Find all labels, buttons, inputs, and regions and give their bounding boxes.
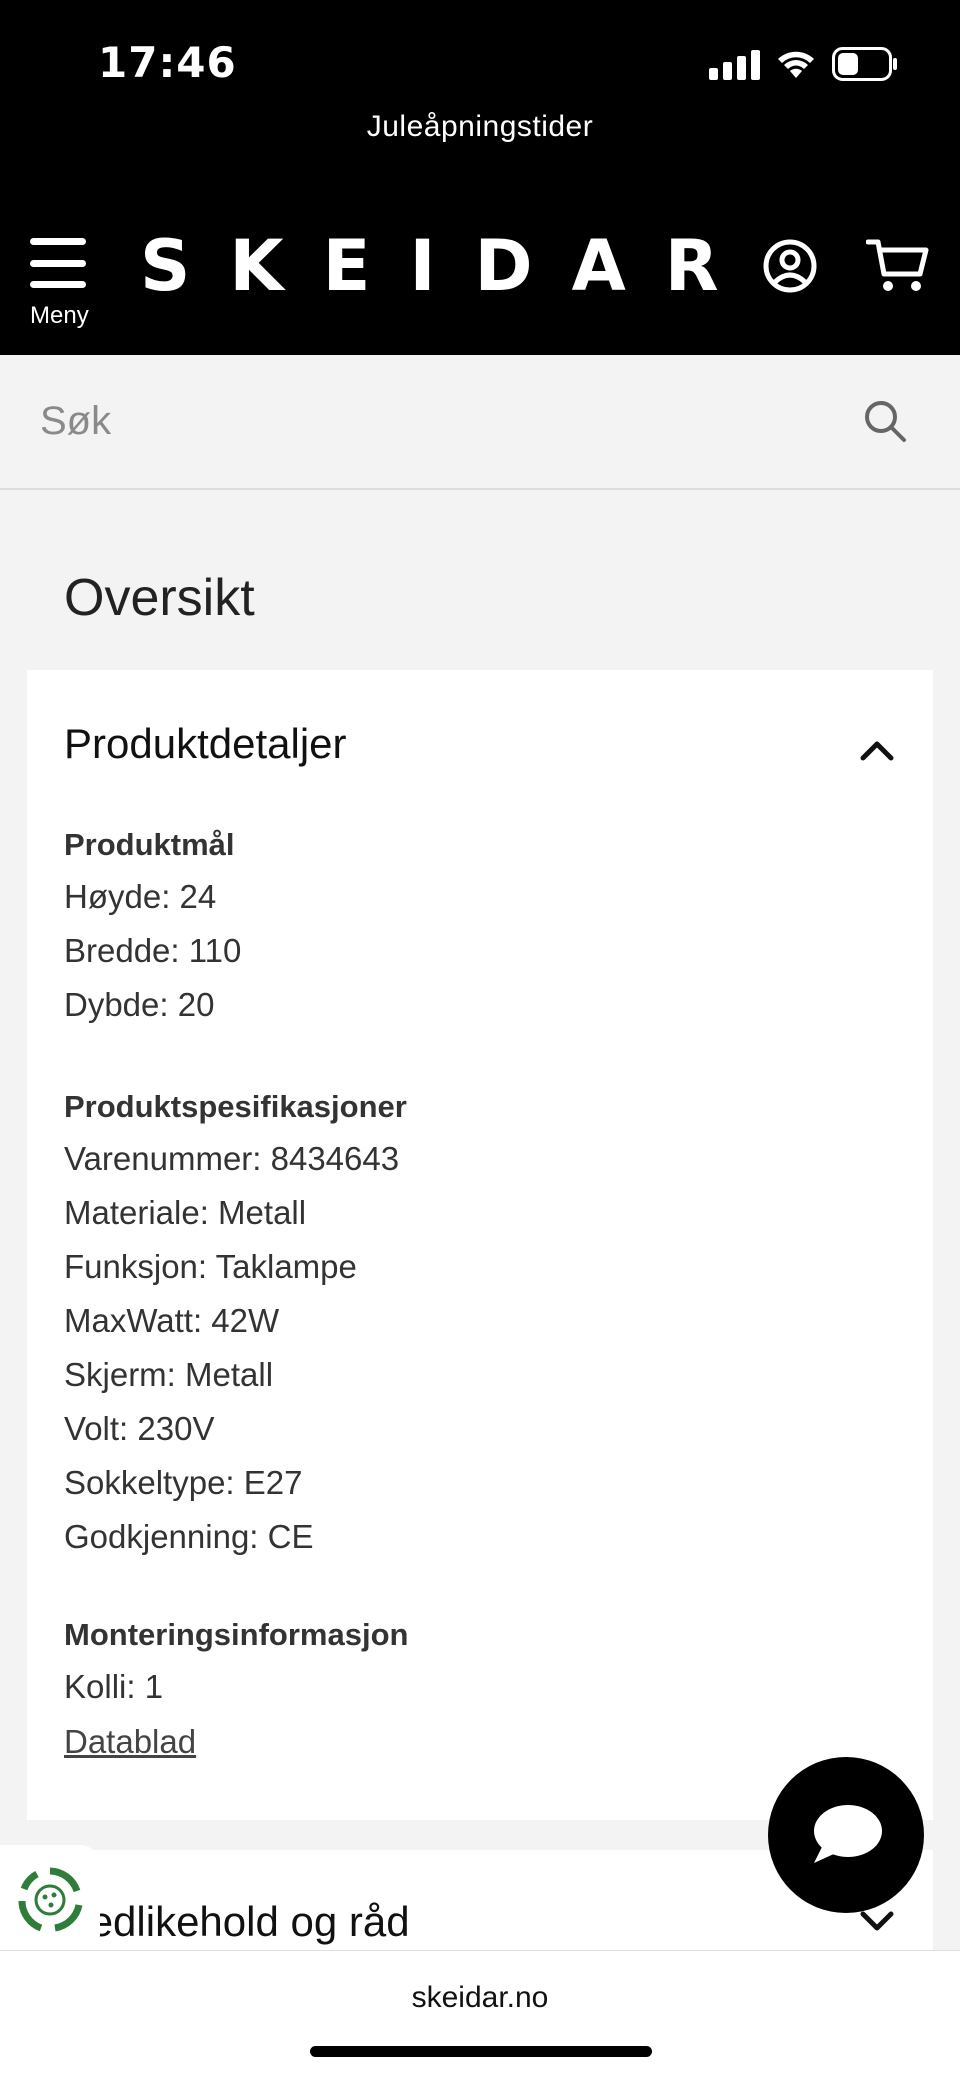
detail-line: MaxWatt: 42W	[64, 1302, 280, 1339]
detail-line: Varenummer: 8434643	[64, 1140, 400, 1177]
detail-line: Bredde: 110	[64, 932, 242, 969]
search-input[interactable]	[40, 391, 820, 451]
wifi-icon	[776, 48, 816, 80]
signal-icon	[709, 48, 760, 80]
group-title: Monteringsinformasjon	[64, 1617, 409, 1652]
detail-line: Kolli: 1	[64, 1668, 164, 1705]
status-icons	[709, 46, 898, 82]
chat-button[interactable]	[768, 1757, 924, 1913]
home-indicator	[310, 2046, 652, 2057]
detail-line: Høyde: 24	[64, 878, 217, 915]
dimensions-group: Produktmål Høyde: 24 Bredde: 110 Dybde: …	[64, 820, 241, 1032]
group-title: Produktmål	[64, 827, 235, 862]
skeidar-logo[interactable]: SKEIDAR	[140, 226, 758, 306]
search-bar	[0, 355, 960, 490]
menu-icon[interactable]	[30, 238, 86, 288]
chevron-up-icon[interactable]	[859, 738, 895, 766]
battery-icon	[832, 47, 898, 81]
product-details-panel: Produktdetaljer Produktmål Høyde: 24 Bre…	[27, 670, 933, 1820]
status-time: 17:46	[98, 38, 237, 87]
page: 17:46 Juleåpningstider Meny SKEIDAR Søk …	[0, 0, 960, 2078]
account-icon[interactable]	[762, 238, 818, 298]
chat-bubble-icon	[814, 1805, 882, 1863]
group-title: Produktspesifikasjoner	[64, 1089, 407, 1124]
menu-label[interactable]: Meny	[30, 302, 89, 330]
section-title: Oversikt	[64, 569, 255, 627]
specifications-group: Produktspesifikasjoner Varenummer: 84346…	[64, 1082, 407, 1564]
detail-line: Skjerm: Metall	[64, 1356, 274, 1393]
chevron-down-icon[interactable]	[859, 1910, 895, 1938]
url-text[interactable]: skeidar.no	[0, 1981, 960, 2015]
detail-line: Volt: 230V	[64, 1410, 215, 1447]
datasheet-link[interactable]: Datablad	[64, 1714, 196, 1770]
detail-line: Materiale: Metall	[64, 1194, 307, 1231]
browser-url-bar[interactable]: skeidar.no	[0, 1950, 960, 2078]
assembly-group: Monteringsinformasjon Kolli: 1 Datablad	[64, 1610, 408, 1770]
eco-recycle-icon[interactable]	[0, 1845, 100, 1955]
holiday-hours-banner[interactable]: Juleåpningstider	[0, 110, 960, 144]
detail-line: Funksjon: Taklampe	[64, 1248, 357, 1285]
detail-line: Godkjenning: CE	[64, 1518, 314, 1555]
product-details-header[interactable]: Produktdetaljer	[64, 720, 347, 768]
detail-line: Dybde: 20	[64, 986, 215, 1023]
cart-icon[interactable]	[865, 236, 930, 300]
search-icon[interactable]	[862, 398, 908, 448]
maintenance-header[interactable]: Vedlikehold og råd	[64, 1898, 410, 1946]
detail-line: Sokkeltype: E27	[64, 1464, 303, 1501]
top-header: 17:46 Juleåpningstider Meny SKEIDAR	[0, 0, 960, 355]
